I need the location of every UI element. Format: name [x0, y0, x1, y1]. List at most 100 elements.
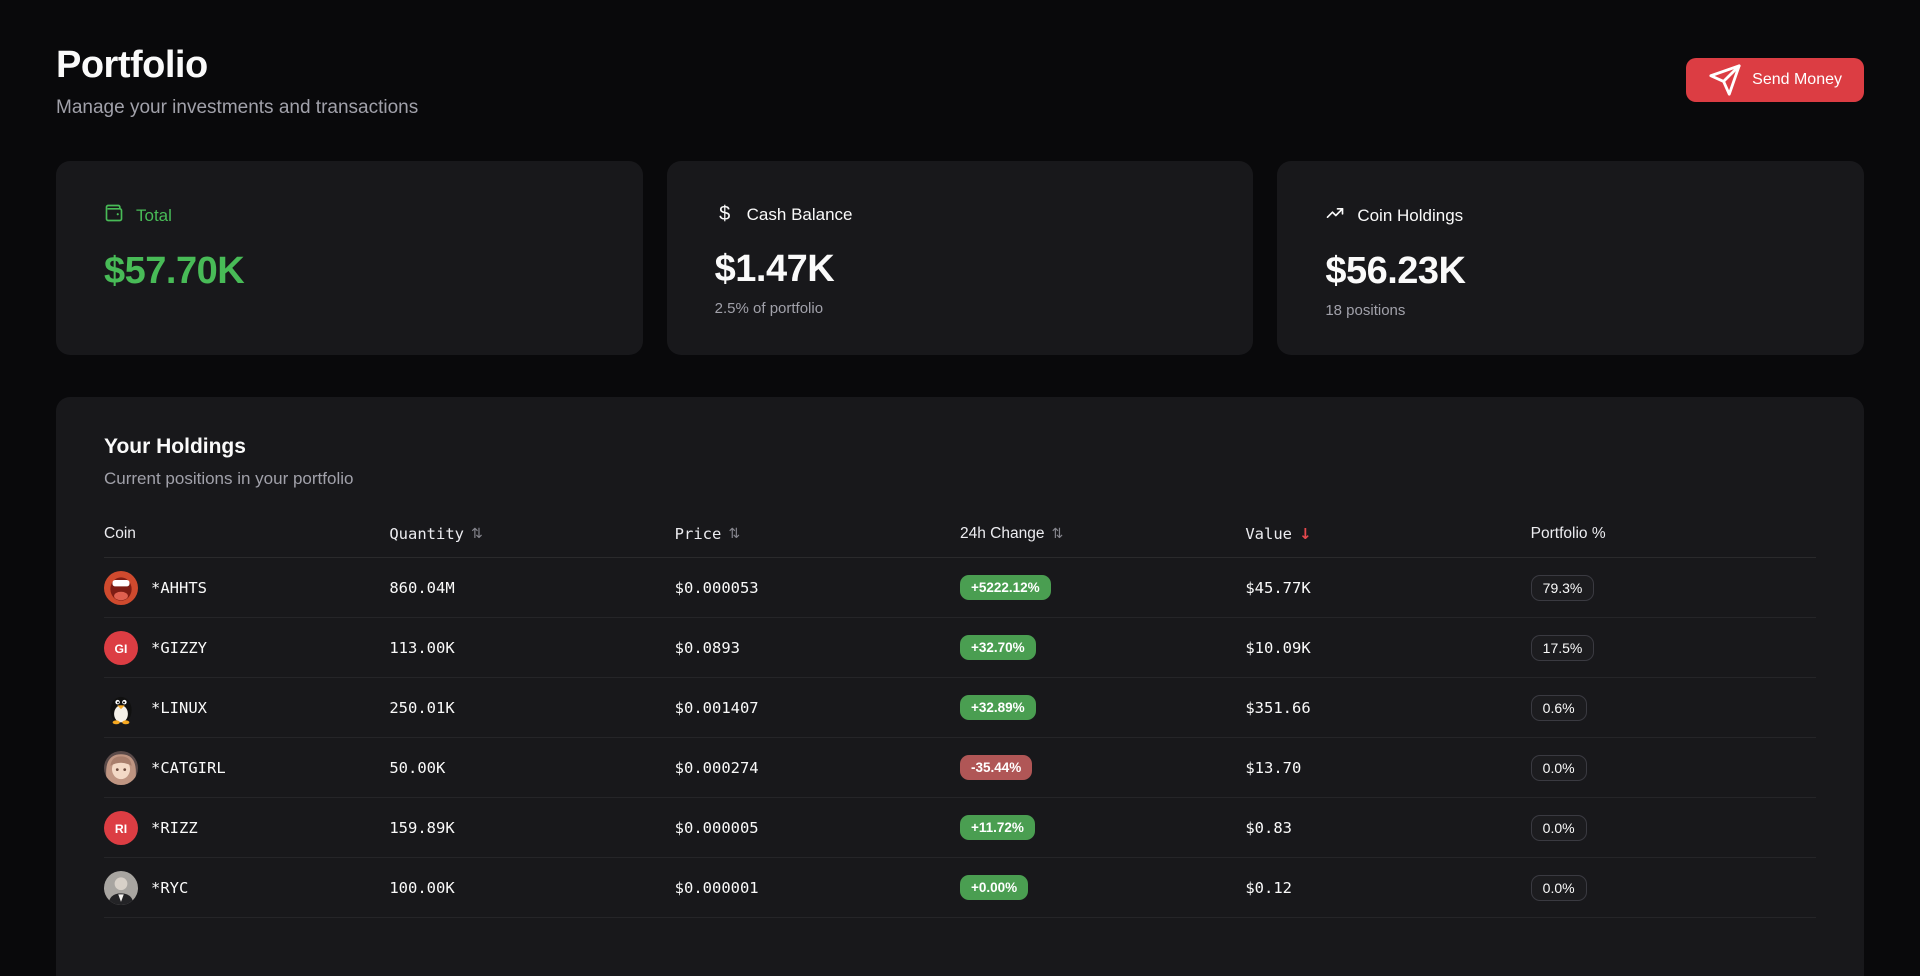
- coin-holdings-card-sub: 18 positions: [1325, 302, 1816, 319]
- send-money-button[interactable]: Send Money: [1686, 58, 1864, 102]
- change-cell: -35.44%: [960, 755, 1245, 780]
- page-header: Portfolio Manage your investments and tr…: [56, 44, 1864, 119]
- sort-both-icon: ⇅: [1051, 526, 1063, 542]
- column-header-price[interactable]: Price ⇅: [675, 525, 960, 543]
- coin-cell: *LINUX: [104, 691, 389, 725]
- portfolio-pct-cell: 0.0%: [1531, 875, 1816, 901]
- value-cell: $0.83: [1245, 819, 1530, 837]
- column-header-quantity[interactable]: Quantity⇅: [389, 525, 674, 543]
- holdings-row-ryc: *RYC100.00K$0.000001+0.00%$0.120.0%: [104, 858, 1816, 918]
- total-card-value: $57.70K: [104, 250, 595, 293]
- holdings-table: Coin Quantity⇅Price ⇅ 24h Change ⇅ Value↓Port…: [104, 525, 1816, 918]
- page-header-text: Portfolio Manage your investments and tr…: [56, 44, 418, 119]
- column-label: Price: [675, 525, 722, 543]
- svg-text:RI: RI: [115, 821, 127, 835]
- portfolio-pct-cell: 0.6%: [1531, 695, 1816, 721]
- change-cell: +32.70%: [960, 635, 1245, 660]
- value-cell: $10.09K: [1245, 639, 1530, 657]
- portfolio-pct-badge: 0.6%: [1531, 695, 1587, 721]
- value-cell: $0.12: [1245, 879, 1530, 897]
- holdings-row-ahhts: *AHHTS860.04M$0.000053+5222.12% $45.77K79…: [104, 558, 1816, 618]
- portfolio-pct-badge: 0.0%: [1531, 875, 1587, 901]
- holdings-row-linux: *LINUX250.01K$0.001407+32.89%$351.660.6%: [104, 678, 1816, 738]
- holdings-row-catgirl: *CATGIRL 50.00K$0.000274-35.44% $13.700.0%: [104, 738, 1816, 798]
- change-badge: +0.00%: [960, 875, 1028, 900]
- portfolio-pct-cell: 0.0%: [1531, 755, 1816, 781]
- portfolio-pct-badge: 0.0%: [1531, 815, 1587, 841]
- coin-symbol: *LINUX: [151, 699, 207, 717]
- price-cell: $0.000274: [675, 759, 960, 777]
- catgirl-coin-avatar: [104, 751, 138, 785]
- dollar-icon: $: [715, 203, 735, 226]
- total-card: Total $57.70K: [56, 161, 643, 355]
- wallet-icon: [104, 203, 124, 228]
- linux-coin-avatar: [104, 691, 138, 725]
- quantity-cell: 860.04M: [389, 579, 674, 597]
- portfolio-pct-badge: 17.5%: [1531, 635, 1595, 661]
- price-cell: $0.000053: [675, 579, 960, 597]
- cash-balance-card-header: $ Cash Balance: [715, 203, 1206, 226]
- coin-holdings-card-value: $56.23K: [1325, 250, 1816, 293]
- sort-desc-icon: ↓: [1299, 525, 1312, 543]
- column-label: Portfolio %: [1531, 525, 1606, 543]
- rizz-coin-avatar: RI: [104, 811, 138, 845]
- coin-holdings-card-label: Coin Holdings: [1357, 206, 1463, 226]
- holdings-table-body: *AHHTS860.04M$0.000053+5222.12% $45.77K79…: [104, 558, 1816, 918]
- change-cell: +11.72%: [960, 815, 1245, 840]
- stats-row: Total $57.70K $ Cash Balance $1.47K 2.5%…: [56, 161, 1864, 355]
- price-cell: $0.000005: [675, 819, 960, 837]
- portfolio-pct-badge: 79.3%: [1531, 575, 1595, 601]
- portfolio-pct-badge: 0.0%: [1531, 755, 1587, 781]
- change-badge: +5222.12%: [960, 575, 1051, 600]
- portfolio-pct-cell: 17.5%: [1531, 635, 1816, 661]
- price-cell: $0.0893: [675, 639, 960, 657]
- holdings-title: Your Holdings: [104, 435, 1816, 459]
- coin-symbol: *RYC: [151, 879, 188, 897]
- svg-text:GI: GI: [115, 641, 128, 655]
- send-money-label: Send Money: [1752, 71, 1842, 89]
- coin-cell: RI *RIZZ: [104, 811, 389, 845]
- coin-symbol: *RIZZ: [151, 819, 198, 837]
- value-cell: $45.77K: [1245, 579, 1530, 597]
- paper-plane-icon: [1708, 72, 1742, 89]
- coin-cell: GI *GIZZY: [104, 631, 389, 665]
- sort-both-icon: ⇅: [728, 526, 740, 542]
- coin-cell: *CATGIRL: [104, 751, 389, 785]
- coin-holdings-card: Coin Holdings $56.23K 18 positions: [1277, 161, 1864, 355]
- coin-cell: *RYC: [104, 871, 389, 905]
- page-subtitle: Manage your investments and transactions: [56, 97, 418, 119]
- trending-up-icon: [1325, 203, 1345, 228]
- cash-balance-card-sub: 2.5% of portfolio: [715, 300, 1206, 317]
- total-card-header: Total: [104, 203, 595, 228]
- cash-balance-card: $ Cash Balance $1.47K 2.5% of portfolio: [667, 161, 1254, 355]
- cash-balance-card-label: Cash Balance: [747, 205, 853, 225]
- sort-both-icon: ⇅: [471, 526, 483, 542]
- column-header-coin: Coin: [104, 525, 389, 543]
- coin-symbol: *CATGIRL: [151, 759, 226, 777]
- quantity-cell: 50.00K: [389, 759, 674, 777]
- holdings-row-gizzy: GI *GIZZY 113.00K$0.0893+32.70%$10.09K17.5…: [104, 618, 1816, 678]
- portfolio-pct-cell: 79.3%: [1531, 575, 1816, 601]
- price-cell: $0.001407: [675, 699, 960, 717]
- portfolio-pct-cell: 0.0%: [1531, 815, 1816, 841]
- quantity-cell: 113.00K: [389, 639, 674, 657]
- column-label: Coin: [104, 525, 136, 543]
- quantity-cell: 250.01K: [389, 699, 674, 717]
- ahhts-coin-avatar: [104, 571, 138, 605]
- column-header-24h-change[interactable]: 24h Change ⇅: [960, 525, 1245, 543]
- value-cell: $351.66: [1245, 699, 1530, 717]
- change-badge: +11.72%: [960, 815, 1035, 840]
- column-header-value[interactable]: Value↓: [1245, 525, 1530, 543]
- change-cell: +5222.12%: [960, 575, 1245, 600]
- change-badge: -35.44%: [960, 755, 1032, 780]
- coin-holdings-card-header: Coin Holdings: [1325, 203, 1816, 228]
- coin-cell: *AHHTS: [104, 571, 389, 605]
- holdings-subtitle: Current positions in your portfolio: [104, 469, 1816, 489]
- column-label: 24h Change: [960, 525, 1044, 543]
- quantity-cell: 100.00K: [389, 879, 674, 897]
- value-cell: $13.70: [1245, 759, 1530, 777]
- portfolio-page: Portfolio Manage your investments and tr…: [0, 0, 1920, 976]
- holdings-row-rizz: RI*RIZZ159.89K$0.000005+11.72%$0.830.0%: [104, 798, 1816, 858]
- coin-symbol: *GIZZY: [151, 639, 207, 657]
- ryc-coin-avatar: [104, 871, 138, 905]
